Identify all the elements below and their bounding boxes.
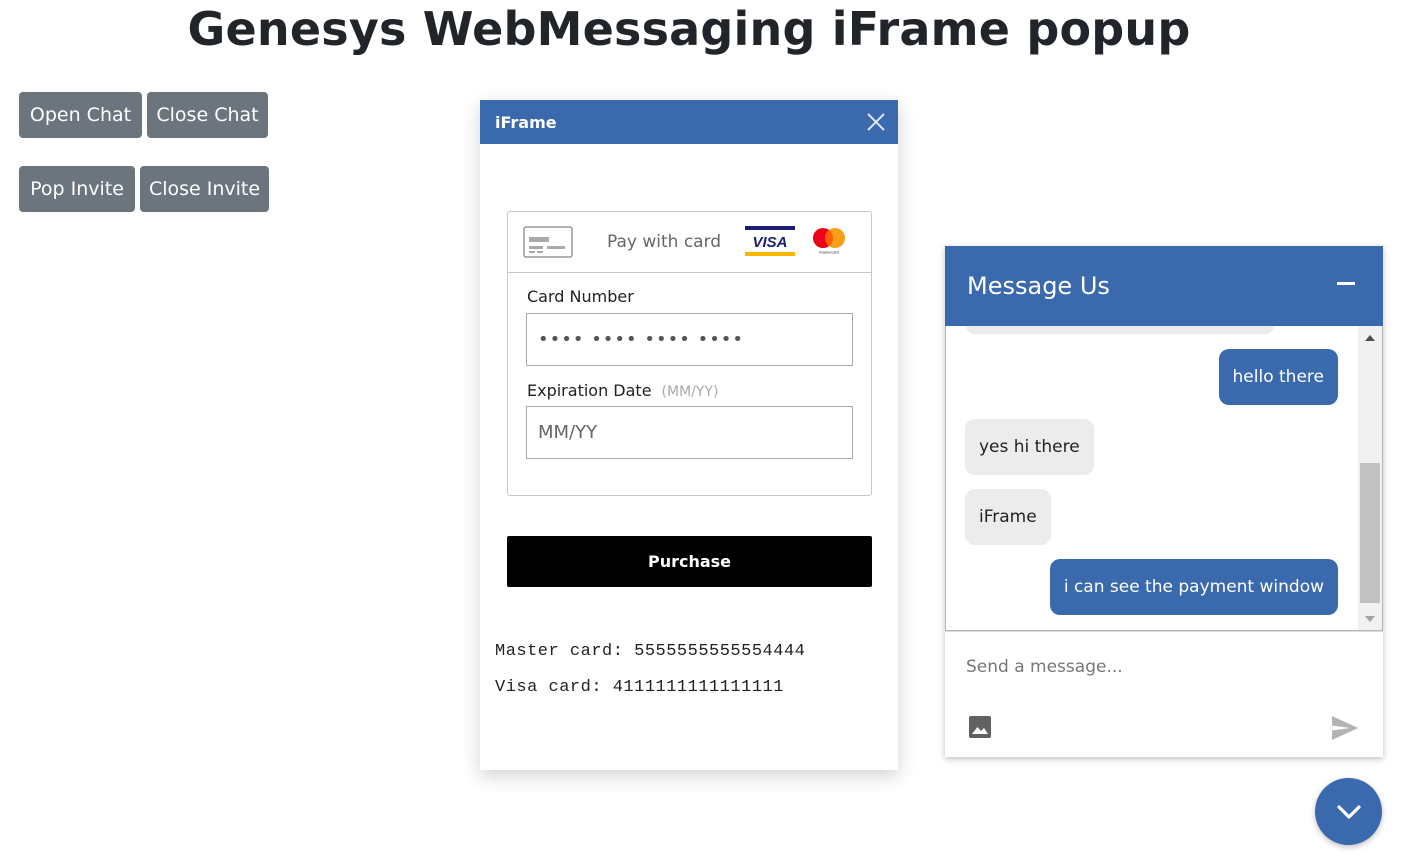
- expiration-date-label: Expiration Date (MM/YY): [527, 381, 718, 400]
- mastercard-logo: mastercard: [813, 228, 845, 255]
- send-icon[interactable]: [1331, 715, 1359, 741]
- iframe-header: iFrame: [480, 100, 898, 144]
- close-icon[interactable]: [864, 110, 888, 134]
- scrollbar-thumb[interactable]: [1360, 463, 1380, 603]
- test-card-mastercard: Master card: 5555555555554444: [495, 642, 806, 661]
- message-bubble-partial: [966, 326, 1274, 334]
- expiration-date-placeholder: MM/YY: [538, 422, 598, 443]
- pop-invite-button[interactable]: Pop Invite: [19, 166, 135, 212]
- message-input-placeholder: Send a message...: [966, 657, 1123, 677]
- card-number-value: •••• •••• •••• ••••: [538, 329, 745, 350]
- message-bubble-inbound: yes hi there: [965, 419, 1094, 475]
- expiration-date-hint: (MM/YY): [661, 384, 719, 400]
- payment-method-header: Pay with card VISA mastercard: [508, 212, 871, 273]
- payment-card-form: Pay with card VISA mastercard Card Numbe…: [507, 211, 872, 496]
- expiration-date-input[interactable]: MM/YY: [526, 406, 853, 459]
- close-chat-button[interactable]: Close Chat: [147, 92, 268, 138]
- close-invite-button[interactable]: Close Invite: [140, 166, 269, 212]
- chevron-down-icon: [1336, 804, 1361, 819]
- scroll-up-arrow-icon[interactable]: [1365, 335, 1375, 341]
- card-number-label: Card Number: [527, 287, 634, 306]
- expiration-date-label-text: Expiration Date: [527, 381, 652, 400]
- credit-card-icon: [523, 226, 573, 258]
- messenger-title: Message Us: [967, 272, 1110, 300]
- purchase-button[interactable]: Purchase: [507, 536, 872, 587]
- message-input[interactable]: Send a message...: [966, 657, 1346, 677]
- scroll-down-arrow-icon[interactable]: [1365, 616, 1375, 622]
- message-bubble-outbound: i can see the payment window: [1049, 559, 1338, 615]
- open-chat-button[interactable]: Open Chat: [19, 92, 142, 138]
- messenger-header: Message Us: [945, 246, 1383, 326]
- page-title: Genesys WebMessaging iFrame popup: [187, 2, 1191, 56]
- test-card-visa: Visa card: 4111111111111111: [495, 678, 784, 697]
- iframe-title: iFrame: [495, 112, 557, 132]
- image-attach-icon[interactable]: [968, 715, 992, 739]
- visa-logo-text: VISA: [752, 234, 787, 251]
- mastercard-logo-text: mastercard: [819, 250, 839, 255]
- iframe-popup: iFrame Pay with card VISA mastercard Car…: [480, 100, 898, 770]
- message-bubble-outbound: hello there: [1218, 349, 1338, 405]
- messenger-window: Message Us hello there yes hi there iFra…: [945, 246, 1383, 757]
- message-composer: Send a message...: [945, 631, 1383, 757]
- pay-with-card-label: Pay with card: [607, 232, 722, 252]
- visa-logo: VISA: [745, 226, 795, 256]
- minimize-icon[interactable]: [1337, 282, 1355, 285]
- message-scrollbar[interactable]: [1358, 326, 1382, 630]
- message-list[interactable]: hello there yes hi there iFrame i can se…: [945, 326, 1383, 631]
- messenger-launcher-button[interactable]: [1315, 778, 1382, 845]
- message-bubble-inbound: iFrame: [965, 489, 1051, 545]
- card-number-input[interactable]: •••• •••• •••• ••••: [526, 313, 853, 366]
